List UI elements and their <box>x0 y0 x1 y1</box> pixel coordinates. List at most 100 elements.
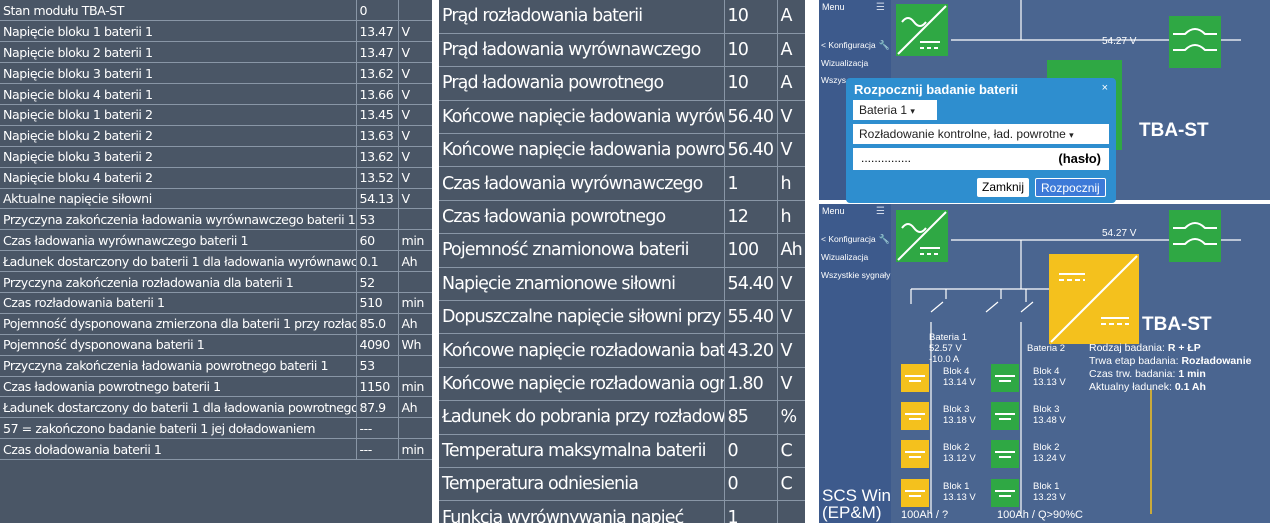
parameter-name: Ładunek dostarczony do baterii 1 dla ład… <box>0 396 357 419</box>
battery-settings-table: Prąd rozładowania baterii 10 A Prąd ładowan… <box>439 0 805 523</box>
parameter-unit: Ah <box>777 233 805 268</box>
close-button[interactable]: Zamknij <box>977 178 1030 197</box>
filter-icon-bottom[interactable] <box>1169 210 1221 262</box>
battery-block-icon[interactable] <box>991 364 1019 392</box>
sidebar-item-all-signals-bottom[interactable]: Wszystkie sygnały <box>821 270 890 280</box>
parameter-value: 85 <box>724 400 778 435</box>
parameter-value: 0 <box>356 0 399 22</box>
start-battery-test-dialog: Rozpocznij badanie baterii × Bateria 1 ▾… <box>846 78 1116 203</box>
battery-block-icon[interactable] <box>991 402 1019 430</box>
parameter-name: Napięcie bloku 1 baterii 1 <box>0 20 357 43</box>
parameter-value: 43.20 <box>724 333 778 368</box>
parameter-unit: h <box>777 200 805 235</box>
battery-block-label: Blok 2 13.24 V <box>1033 442 1066 464</box>
parameter-name: Napięcie bloku 4 baterii 2 <box>0 167 357 189</box>
battery-block-icon[interactable] <box>901 440 929 468</box>
chevron-down-icon: ▾ <box>910 106 915 116</box>
parameter-name: Ładunek dostarczony do baterii 1 dla ład… <box>0 250 357 273</box>
parameter-unit <box>398 355 432 377</box>
sidebar-item-configuration[interactable]: < Konfiguracja 🔧 <box>821 40 890 51</box>
parameter-name: Stan modułu TBA-ST <box>0 0 357 22</box>
parameter-unit: Ah <box>398 250 432 273</box>
table-row: Funkcja wyrównywania napięć 1 <box>439 500 805 523</box>
parameter-value: 1 <box>724 500 778 523</box>
battery-block-label: Blok 1 13.23 V <box>1033 481 1066 503</box>
test-mode-select[interactable]: Rozładowanie kontrolne, ład. powrotne ▾ <box>853 124 1109 144</box>
parameter-value: 4090 <box>356 334 399 356</box>
table-row: Stan modułu TBA-ST 0 <box>0 0 432 22</box>
close-icon[interactable]: × <box>1102 82 1108 94</box>
parameter-unit: A <box>777 66 805 101</box>
parameter-unit: min <box>398 229 432 252</box>
parameter-value: 0 <box>724 434 778 468</box>
parameters-table-panel-1: Stan modułu TBA-ST 0 Napięcie bloku 1 bate… <box>0 0 432 523</box>
battery-block-icon[interactable] <box>901 364 929 392</box>
battery-block-icon[interactable] <box>991 479 1019 507</box>
battery-test-module-icon[interactable] <box>1049 254 1139 344</box>
parameter-value: 13.62 <box>356 146 399 168</box>
wrench-icon: 🔧 <box>878 40 890 50</box>
parameter-value: 87.9 <box>356 396 399 419</box>
battery-2-capacity: 100Ah / Q>90%C <box>997 509 1083 521</box>
parameter-unit: V <box>398 188 432 210</box>
parameter-value: 53 <box>356 208 399 231</box>
parameter-unit: V <box>398 62 432 85</box>
table-row: Końcowe napięcie rozładowania baterii 43.… <box>439 333 805 368</box>
table-row: Czas doładowania baterii 1 --- min <box>0 438 432 461</box>
top-bus-voltage: 54.27 V <box>1102 36 1137 47</box>
parameter-value: 1.80 <box>724 367 778 402</box>
start-button[interactable]: Rozpocznij <box>1035 178 1106 197</box>
parameter-value: 10 <box>724 33 778 68</box>
parameter-name: Napięcie bloku 2 baterii 1 <box>0 41 357 64</box>
table-row: Przyczyna zakończenia ładowania powrotne… <box>0 355 432 377</box>
table-row: Końcowe napięcie ładowania powrotnego56.… <box>439 133 805 168</box>
parameter-value: 12 <box>724 200 778 235</box>
hamburger-icon[interactable]: ☰ <box>876 2 885 13</box>
battery-block-label: Blok 4 13.13 V <box>1033 366 1066 388</box>
parameter-name: Przyczyna zakończenia ładowania powrotne… <box>0 355 357 377</box>
parameter-name: Czas ładowania wyrównawczego baterii 1 <box>0 229 357 252</box>
sidebar-item-configuration-bottom[interactable]: < Konfiguracja 🔧 <box>821 234 890 245</box>
menu-label-bottom: Menu <box>822 206 845 216</box>
table-row: Napięcie bloku 3 baterii 1 13.62 V <box>0 62 432 85</box>
parameter-name: Napięcie bloku 3 baterii 2 <box>0 146 357 168</box>
battery-block-icon[interactable] <box>991 440 1019 468</box>
password-field[interactable]: ............... (hasło) <box>853 148 1109 170</box>
rectifier-icon[interactable] <box>896 4 948 56</box>
parameter-value: 13.62 <box>356 62 399 85</box>
hamburger-icon-bottom[interactable]: ☰ <box>876 206 885 217</box>
battery-block-icon[interactable] <box>901 479 929 507</box>
parameter-value: 13.52 <box>356 167 399 189</box>
filter-icon[interactable] <box>1169 16 1221 68</box>
battery-block-icon[interactable] <box>901 402 929 430</box>
battery-measurements-table: Stan modułu TBA-ST 0 Napięcie bloku 1 bate… <box>0 0 432 461</box>
parameter-value: 52 <box>356 271 399 293</box>
parameter-name: Napięcie bloku 4 baterii 1 <box>0 83 357 105</box>
parameter-value: 13.63 <box>356 125 399 147</box>
parameter-value: --- <box>356 438 399 461</box>
parameter-value: 1150 <box>356 376 399 398</box>
parameter-unit: V <box>777 100 805 135</box>
parameter-name: Napięcie bloku 2 baterii 2 <box>0 125 357 147</box>
battery-block-label: Blok 2 13.12 V <box>943 442 976 464</box>
table-row: Ładunek dostarczony do baterii 1 dla ład… <box>0 396 432 419</box>
table-row: Napięcie bloku 4 baterii 1 13.66 V <box>0 83 432 105</box>
battery-block-label: Blok 1 13.13 V <box>943 481 976 503</box>
table-row: Ładunek dostarczony do baterii 1 dla ład… <box>0 250 432 273</box>
parameter-unit <box>398 0 432 22</box>
sidebar-item-visualization[interactable]: Wizualizacja <box>821 58 868 68</box>
parameter-unit: C <box>777 467 805 502</box>
table-row: Napięcie bloku 2 baterii 2 13.63 V <box>0 125 432 147</box>
sidebar-item-visualization-bottom[interactable]: Wizualizacja <box>821 252 868 262</box>
sidebar-item-all-signals[interactable]: Wszys <box>821 75 846 85</box>
battery-select[interactable]: Bateria 1 ▾ <box>853 100 937 120</box>
table-row: Temperatura maksymalna baterii 0 C <box>439 434 805 468</box>
parameter-unit: min <box>398 376 432 398</box>
table-row: Ładunek do pobrania przy rozładowaniu85% <box>439 400 805 435</box>
table-row: Prąd ładowania powrotnego 10 A <box>439 66 805 101</box>
rectifier-icon-bottom[interactable] <box>896 210 948 262</box>
parameter-value: --- <box>356 417 399 440</box>
parameter-value: 60 <box>356 229 399 252</box>
parameter-name: 57 = zakończono badanie baterii 1 jej do… <box>0 417 357 440</box>
parameter-name: Prąd ładowania powrotnego <box>439 66 725 101</box>
